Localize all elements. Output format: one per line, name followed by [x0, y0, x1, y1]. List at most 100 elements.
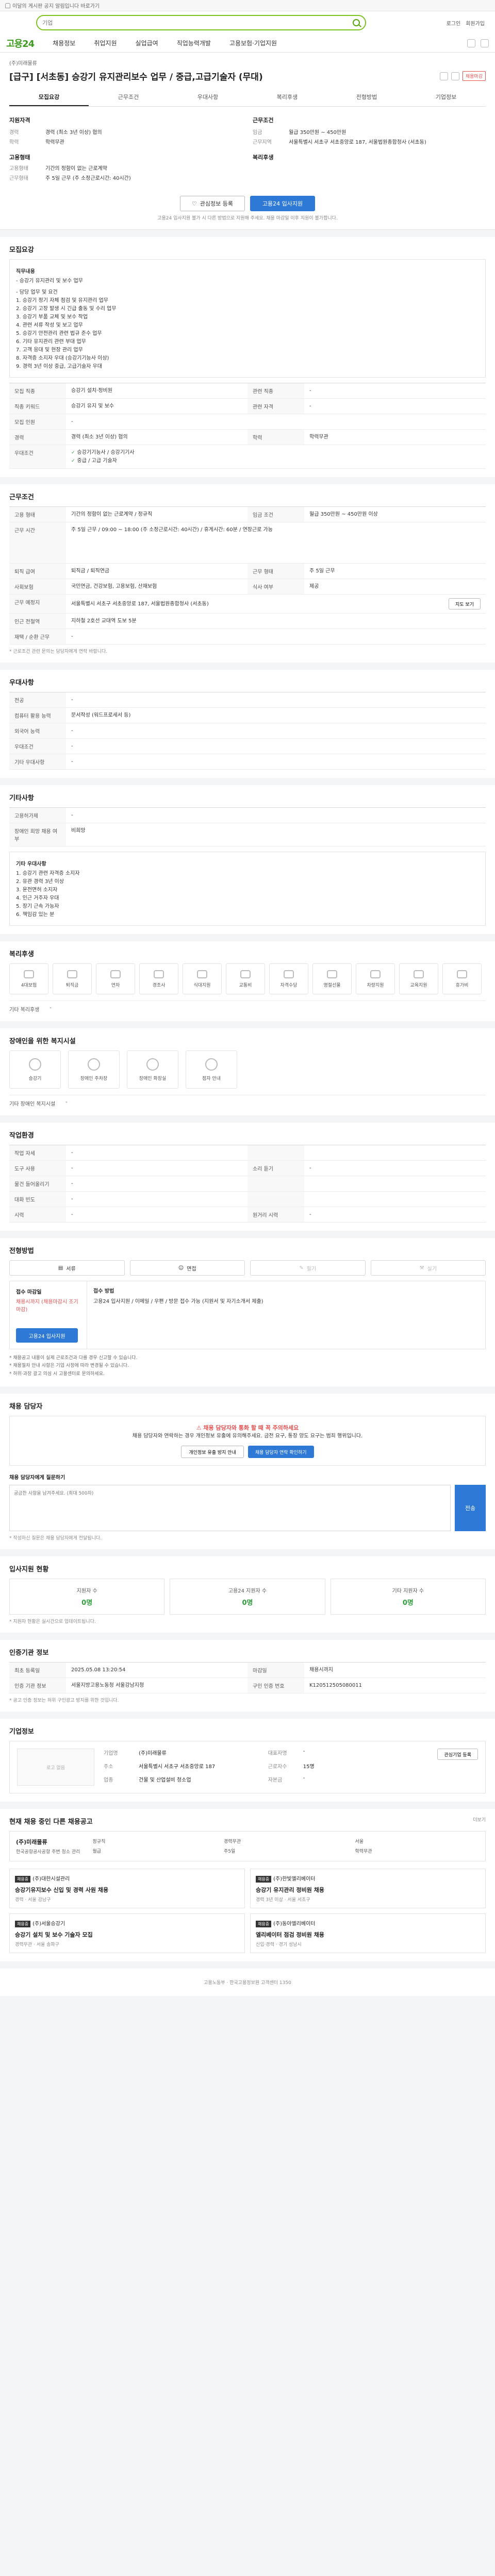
disability-item: 승강기	[9, 1050, 61, 1089]
grid-value: 채용시까지	[309, 1667, 333, 1673]
other-job-card[interactable]: 채용중 (주)대한시설관리 승강기유지보수 신입 및 경력 사원 채용 경력 · …	[9, 1869, 245, 1909]
scrap-button[interactable]: ♡ 관심정보 등록	[179, 196, 245, 211]
disability-label: 승강기	[28, 1076, 42, 1081]
grid-value: -	[71, 634, 73, 639]
contact-section: 채용 담당자 ⚠ 채용 담당자와 통화 할 때 꼭 주의하세요 채용 담당자와 …	[0, 1393, 495, 1550]
company-name[interactable]: (주)미래물류	[9, 59, 486, 66]
grid-value: 월급 350만원 ~ 450만원 이상	[309, 512, 378, 517]
desc-item: 6. 기타 유지관리 관련 부대 업무	[16, 339, 86, 345]
welfare-summary-title: 복리후생	[253, 154, 274, 161]
send-question-button[interactable]: 전송	[455, 1485, 486, 1532]
job-card-title[interactable]: 승강기유지보수 신입 및 경력 사원 채용	[15, 1886, 239, 1894]
grid-value: 지하철 2호선 교대역 도보 5분	[71, 618, 137, 624]
signup-link[interactable]: 회원가입	[466, 19, 485, 27]
grid-key: 구인 인증 번호	[248, 1678, 304, 1693]
map-button[interactable]: 지도 보기	[449, 598, 481, 609]
ask-note: * 작성하신 질문은 채용 담당자에게 전달됩니다.	[9, 1536, 102, 1541]
grid-key: 근무 시간	[9, 522, 66, 563]
grid-value	[304, 1192, 486, 1207]
welfare-item: 자격수당	[269, 963, 308, 994]
menu-insurance[interactable]: 고용보험·기업지원	[229, 39, 277, 47]
menu-jobs[interactable]: 채용정보	[53, 39, 75, 47]
other-job-card[interactable]: 채용중 (주)서울승강기 승강기 설치 및 보수 기술자 모집 경력무관 · 서울…	[9, 1913, 245, 1954]
desc-item: 2. 승강기 고장 발생 시 긴급 출동 및 수리 업무	[16, 306, 117, 312]
grid-key: 임금 조건	[248, 507, 304, 522]
tab-condition[interactable]: 근무조건	[89, 89, 168, 106]
top-links: 로그인 회원가입	[447, 19, 485, 27]
interview-icon: ☺	[178, 1265, 184, 1271]
site-logo[interactable]: 고용24	[6, 37, 35, 50]
grid-value: 국민연금, 건강보험, 고용보험, 산재보험	[71, 584, 157, 589]
tab-preference[interactable]: 우대사항	[168, 89, 248, 106]
notice-bar: 이달의 게시판 공지 알림입니다 바로가기	[0, 0, 495, 11]
grid-key: 장애인 희망 채용 여부	[9, 823, 66, 846]
cert-note: 중급 / 고급 기술자	[77, 457, 117, 464]
search-icon[interactable]	[353, 19, 360, 26]
share-icon[interactable]	[439, 72, 448, 80]
tab-company[interactable]: 기업정보	[406, 89, 486, 106]
print-icon[interactable]	[451, 72, 459, 80]
selection-methods: ▤ 서류 ☺ 면접 ✎ 필기 ⚒ 실기	[9, 1260, 486, 1276]
more-link[interactable]: 더보기	[473, 1816, 486, 1826]
extra-pref-box: 기타 우대사항 1. 승강기 관련 자격증 소지자 2. 유관 경력 3년 이상…	[9, 852, 486, 926]
welfare-label: 경조사	[152, 982, 166, 988]
apply-button[interactable]: 고용24 입사지원	[250, 196, 316, 211]
condition-title: 근무조건	[9, 494, 34, 501]
selection-title: 전형방법	[9, 1247, 34, 1255]
search-input[interactable]	[42, 19, 349, 26]
login-link[interactable]: 로그인	[447, 19, 461, 27]
grid-value: -	[71, 1181, 73, 1187]
company-box: 로고 없음 기업명 (주)미래물류 대표자명 - 주소 서울특별시 서초구 서초중앙로…	[9, 1741, 486, 1794]
welfare-icon	[24, 970, 34, 978]
method-written: ✎ 필기	[250, 1260, 366, 1276]
tab-selection[interactable]: 전형방법	[327, 89, 406, 106]
grid-value: -	[71, 743, 73, 749]
certification-grid: 최초 등록일 2025.05.08 13:20:54 마감일 채용시까지 인증 기관 …	[9, 1662, 486, 1694]
all-menu-icon[interactable]	[467, 39, 475, 47]
other-job-card[interactable]: 채용중 (주)동아엘리베이터 엘리베이터 점검 정비원 채용 신입·경력 · 경기…	[250, 1913, 486, 1954]
tab-recruit[interactable]: 모집요강	[9, 89, 89, 106]
question-input[interactable]	[9, 1485, 451, 1532]
apply-button-bottom[interactable]: 고용24 입사지원	[16, 1328, 78, 1343]
job-card-title[interactable]: 승강기 유지관리 정비원 채용	[256, 1886, 480, 1894]
braille-icon	[205, 1058, 218, 1071]
contact-check-button[interactable]: 채용 담당자 연락 확인하기	[248, 1446, 314, 1459]
welfare-icon	[327, 970, 337, 978]
job-card-title[interactable]: 승강기 설치 및 보수 기술자 모집	[15, 1930, 239, 1939]
education-value: 학력무관	[45, 139, 64, 145]
grid-key: 외국어 능력	[9, 723, 66, 738]
search-box[interactable]	[36, 15, 366, 30]
notice-text[interactable]: 이달의 게시판 공지 알림입니다 바로가기	[12, 2, 100, 9]
extra-pref-item: 6. 책임감 있는 분	[16, 912, 55, 918]
tab-welfare[interactable]: 복리후생	[248, 89, 327, 106]
privacy-guide-button[interactable]: 개인정보 유출 방지 안내	[181, 1446, 244, 1459]
side-item: 월급	[92, 1849, 102, 1854]
other-job-card[interactable]: 채용중 (주)한빛엘리베이터 승강기 유지관리 정비원 채용 경력 3년 이상 ·…	[250, 1869, 486, 1909]
side-company-sub: 한국공항공사공항 주변 청소 관리	[16, 1850, 80, 1855]
welfare-icon	[457, 970, 467, 978]
side-company-name[interactable]: (주)미래물류	[16, 1838, 80, 1846]
menu-unemployment[interactable]: 실업급여	[136, 39, 158, 47]
company-emp-key: 근로자수	[268, 1764, 287, 1770]
job-card-title[interactable]: 엘리베이터 점검 정비원 채용	[256, 1930, 480, 1939]
disability-item: 장애인 화장실	[127, 1050, 178, 1089]
work-type-value: 주 5일 근무 (주 소정근로시간: 40시간)	[45, 175, 131, 181]
grid-value: -	[71, 1150, 73, 1156]
grid-value: K120512505080011	[309, 1683, 362, 1689]
user-icon[interactable]	[481, 39, 489, 47]
emp-type-key: 고용형태	[9, 166, 28, 172]
desc-item: 3. 승강기 부품 교체 및 보수 작업	[16, 314, 88, 320]
welfare-label: 교통비	[239, 982, 252, 988]
job-summary: 지원자격 경력 경력 (최소 3년 이상) 협의 학력 학력무관 고용형태 고용형태…	[0, 107, 495, 191]
welfare-label: 연차	[111, 982, 120, 988]
welfare-label: 명절선물	[323, 982, 341, 988]
favorite-company-button[interactable]: 관심기업 등록	[437, 1749, 478, 1760]
menu-training[interactable]: 직업능력개발	[177, 39, 211, 47]
disability-item: 점자 안내	[186, 1050, 237, 1089]
welfare-other-key: 기타 복리후생	[9, 1007, 40, 1013]
grid-value: -	[71, 1196, 73, 1202]
top-nav: 로그인 회원가입	[0, 11, 495, 34]
heart-icon: ♡	[191, 200, 197, 207]
menu-support[interactable]: 취업지원	[94, 39, 117, 47]
welfare-item: 차량지원	[356, 963, 395, 994]
